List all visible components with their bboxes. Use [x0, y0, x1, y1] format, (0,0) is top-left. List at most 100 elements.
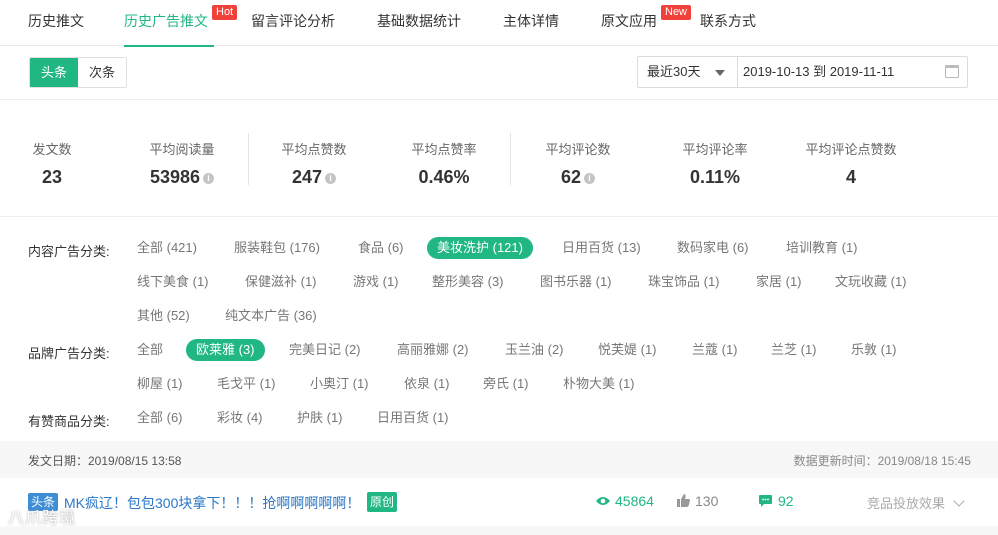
filter-chip[interactable]: 游戏 (1) — [353, 271, 399, 293]
filter-chip[interactable]: 图书乐器 (1) — [540, 271, 612, 293]
chevron-down-icon — [953, 495, 965, 507]
tab-history-ad-posts[interactable]: 历史广告推文 — [124, 0, 214, 47]
date-range-input[interactable]: 2019-10-13 到 2019-11-11 — [738, 57, 967, 87]
stat-value: 23 — [41, 167, 63, 187]
stat-avg-comment-likes: 平均评论点赞数 4 — [801, 139, 901, 188]
segment-secondary[interactable]: 次条 — [78, 58, 126, 87]
filter-chip[interactable]: 培训教育 (1) — [786, 237, 858, 259]
filter-chip[interactable]: 依泉 (1) — [404, 373, 450, 395]
stat-value: 4 — [845, 167, 856, 187]
views-count: 45864 — [615, 493, 654, 509]
filter-chip[interactable]: 日用百货 (13) — [562, 237, 641, 259]
stat-value: 247 — [291, 167, 323, 187]
filter-chip[interactable]: 整形美容 (3) — [432, 271, 504, 293]
stat-value: 62 — [560, 167, 582, 187]
filter-chip[interactable]: 乐敦 (1) — [851, 339, 897, 361]
content-category-label: 内容广告分类: — [28, 244, 110, 259]
thumbs-up-icon — [677, 494, 690, 507]
stat-avg-reads: 平均阅读量 53986 i — [146, 139, 218, 188]
tab-contact[interactable]: 联系方式 — [700, 0, 756, 46]
filter-chip[interactable]: 旁氏 (1) — [483, 373, 529, 395]
likes-count: 130 — [695, 493, 719, 509]
hot-badge: Hot — [212, 5, 238, 20]
filter-chip[interactable]: 日用百货 (1) — [377, 407, 449, 429]
filter-chip[interactable]: 柳屋 (1) — [137, 373, 183, 395]
publish-date: 发文日期：2019/08/15 13:58 — [28, 454, 182, 468]
filter-chip[interactable]: 小奥汀 (1) — [310, 373, 369, 395]
filter-chip[interactable]: 兰蔻 (1) — [692, 339, 738, 361]
stat-like-rate: 平均点赞率 0.46% — [408, 139, 480, 188]
tab-original-app[interactable]: 原文应用 — [601, 0, 657, 46]
views-metric: 45864 — [596, 493, 654, 509]
date-range-picker: 最近30天 2019-10-13 到 2019-11-11 — [637, 56, 968, 88]
tab-basic-stats[interactable]: 基础数据统计 — [377, 0, 461, 46]
stat-value: 53986 — [149, 167, 201, 187]
filter-chip-selected[interactable]: 欧莱雅 (3) — [186, 339, 265, 361]
filter-chip[interactable]: 毛戈平 (1) — [217, 373, 276, 395]
tab-entity-details[interactable]: 主体详情 — [503, 0, 559, 46]
filter-chip[interactable]: 完美日记 (2) — [289, 339, 361, 361]
filter-chip[interactable]: 保健滋补 (1) — [245, 271, 317, 293]
stat-label: 平均点赞数 — [281, 142, 347, 157]
info-icon[interactable]: i — [584, 173, 596, 184]
new-badge: New — [661, 5, 692, 20]
comment-icon — [759, 495, 772, 507]
stat-label: 发文数 — [32, 142, 72, 157]
filter-chip[interactable]: 高丽雅娜 (2) — [397, 339, 469, 361]
article-meta-band: 发文日期：2019/08/15 13:58 数据更新时间：2019/08/18 … — [0, 441, 998, 478]
filter-chip[interactable]: 兰芝 (1) — [771, 339, 817, 361]
tab-history-posts[interactable]: 历史推文 — [28, 0, 84, 46]
stat-post-count: 发文数 23 — [31, 139, 73, 188]
caret-down-icon — [715, 70, 725, 76]
article-row: 头条 MK疯辽！包包300块拿下！！！抢啊啊啊啊啊！ 原创 45864 130 … — [0, 478, 998, 526]
info-icon[interactable]: i — [325, 173, 337, 184]
stat-label: 平均评论数 — [545, 142, 611, 157]
filter-chip[interactable]: 悦芙媞 (1) — [598, 339, 657, 361]
watermark-logo: 八爪跨境 — [8, 510, 77, 527]
position-segment: 头条 次条 — [29, 57, 127, 88]
filter-chip[interactable]: 纯文本广告 (36) — [225, 305, 317, 327]
filter-chip[interactable]: 数码家电 (6) — [677, 237, 749, 259]
goods-category-label: 有赞商品分类: — [28, 414, 110, 429]
divider — [510, 133, 511, 185]
comments-metric: 92 — [759, 493, 794, 509]
stat-avg-comments: 平均评论数 62 i — [542, 139, 614, 188]
filter-chip[interactable]: 彩妆 (4) — [217, 407, 263, 429]
data-update-time: 数据更新时间：2019/08/18 15:45 — [793, 454, 971, 468]
period-select[interactable]: 最近30天 — [638, 57, 738, 87]
competitor-effect-label: 竞品投放效果 — [867, 496, 946, 511]
filter-chip[interactable]: 全部 (421) — [137, 237, 197, 259]
divider — [0, 99, 998, 100]
info-icon[interactable]: i — [203, 173, 215, 184]
row-divider — [0, 526, 998, 535]
article-title-link[interactable]: MK疯辽！包包300块拿下！！！抢啊啊啊啊啊！ — [64, 493, 360, 513]
competitor-effect-toggle[interactable]: 竞品投放效果 — [867, 493, 965, 512]
calendar-icon[interactable] — [945, 65, 959, 78]
stat-comment-rate: 平均评论率 0.11% — [679, 139, 751, 188]
filter-chip[interactable]: 文玩收藏 (1) — [835, 271, 907, 293]
filter-chip[interactable]: 珠宝饰品 (1) — [648, 271, 720, 293]
filter-chip[interactable]: 全部 — [137, 339, 163, 361]
filter-chip[interactable]: 食品 (6) — [358, 237, 404, 259]
filter-chip[interactable]: 全部 (6) — [137, 407, 183, 429]
filter-chip[interactable]: 家居 (1) — [756, 271, 802, 293]
top-nav: 历史推文 历史广告推文 Hot 留言评论分析 基础数据统计 主体详情 原文应用 … — [0, 0, 998, 47]
stat-label: 平均阅读量 — [149, 142, 215, 157]
filter-chip[interactable]: 玉兰油 (2) — [505, 339, 564, 361]
filter-chip[interactable]: 线下美食 (1) — [137, 271, 209, 293]
filter-chip[interactable]: 护肤 (1) — [297, 407, 343, 429]
filter-chip[interactable]: 朴物大美 (1) — [563, 373, 635, 395]
stat-value: 0.46% — [418, 167, 470, 187]
filter-chip-selected[interactable]: 美妆洗护 (121) — [427, 237, 533, 259]
stat-avg-likes: 平均点赞数 247 i — [279, 139, 349, 188]
stat-label: 平均点赞率 — [411, 142, 477, 157]
stat-label: 平均评论率 — [682, 142, 748, 157]
period-select-value: 最近30天 — [647, 64, 701, 79]
segment-headline[interactable]: 头条 — [30, 58, 78, 87]
filter-chip[interactable]: 其他 (52) — [137, 305, 190, 327]
original-tag: 原创 — [367, 492, 398, 512]
tab-comment-analysis[interactable]: 留言评论分析 — [251, 0, 335, 46]
filter-chip[interactable]: 服装鞋包 (176) — [234, 237, 320, 259]
stat-value: 0.11% — [689, 167, 741, 187]
divider — [248, 133, 249, 185]
